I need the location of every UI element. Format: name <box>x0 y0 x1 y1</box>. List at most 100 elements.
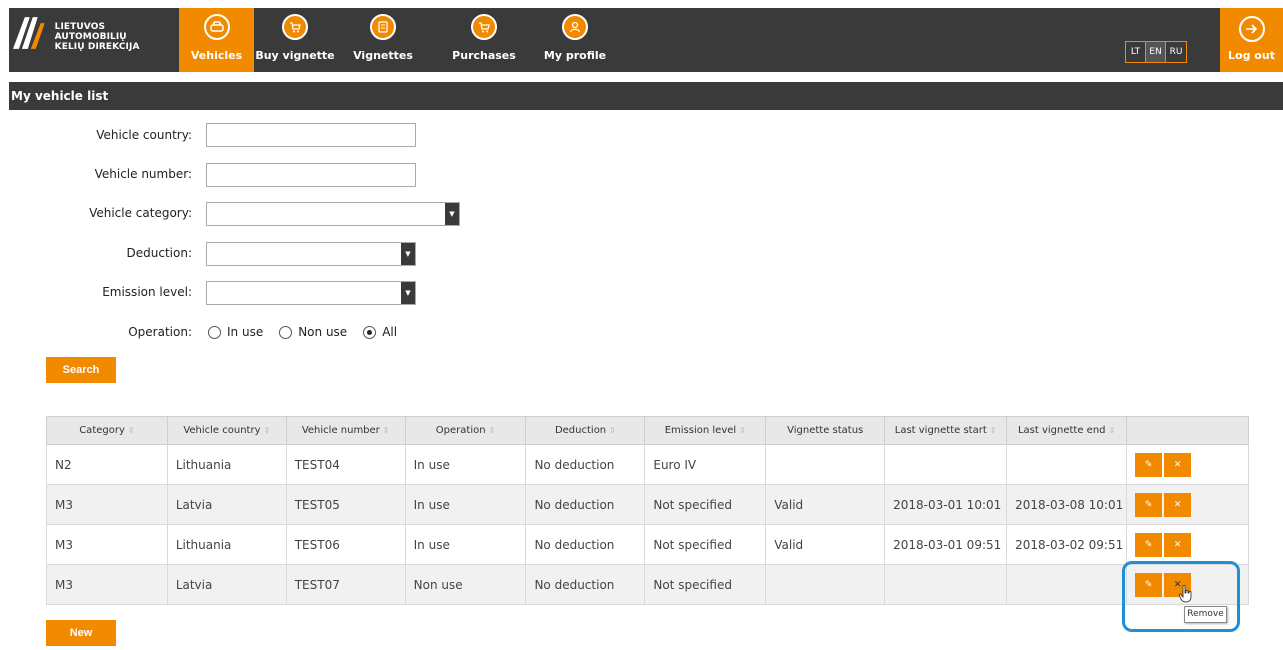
column-header-category[interactable]: Category ⇕ <box>46 416 168 445</box>
remove-button[interactable]: ✕ <box>1164 452 1192 477</box>
column-header-last-vignette-start[interactable]: Last vignette start ⇕ <box>884 416 1008 445</box>
table-row: N2 Lithuania TEST04 In use No deduction … <box>46 444 1249 485</box>
deduction-select[interactable]: ▼ <box>206 242 416 266</box>
new-button[interactable]: New <box>46 620 116 646</box>
cell-last-vignette-end: 2018-03-02 09:51 <box>1006 524 1128 565</box>
column-header-emission-level[interactable]: Emission level ⇕ <box>644 416 767 445</box>
column-header-vehicle-number[interactable]: Vehicle number ⇕ <box>285 416 406 445</box>
logo-line-1: LIETUVOS AUTOMOBILIŲ <box>54 22 127 42</box>
cell-category: M3 <box>46 484 168 525</box>
remove-button[interactable]: ✕ <box>1164 532 1192 557</box>
logout-label: Log out <box>1228 49 1275 62</box>
hand-cursor-icon <box>1179 585 1192 603</box>
emission-level-select[interactable]: ▼ <box>206 281 416 305</box>
vehicle-number-input[interactable] <box>206 163 416 187</box>
lang-en[interactable]: EN <box>1146 42 1166 62</box>
logout-button[interactable]: Log out <box>1220 8 1283 72</box>
radio-all-label: All <box>382 325 398 339</box>
nav-my-profile[interactable]: My profile <box>539 8 611 72</box>
sort-icon: ⇕ <box>739 426 746 435</box>
column-header-last-vignette-end[interactable]: Last vignette end ⇕ <box>1006 416 1128 445</box>
vehicle-country-label: Vehicle country: <box>96 128 192 142</box>
remove-button[interactable]: ✕ <box>1164 492 1192 517</box>
remove-tooltip: Remove <box>1184 606 1227 623</box>
column-header-operation[interactable]: Operation ⇕ <box>404 416 527 445</box>
column-header-deduction[interactable]: Deduction ⇕ <box>525 416 646 445</box>
cell-deduction: No deduction <box>525 564 646 605</box>
vehicle-number-label: Vehicle number: <box>94 167 192 181</box>
deduction-label: Deduction: <box>126 246 192 260</box>
cell-vignette-status <box>765 444 886 485</box>
cell-vehicle-number: TEST06 <box>285 524 406 565</box>
nav-purchases-label: Purchases <box>452 49 516 62</box>
cell-vehicle-country: Lithuania <box>166 444 287 485</box>
cell-operation: In use <box>404 444 527 485</box>
operation-non-use[interactable]: Non use <box>279 325 347 339</box>
radio-non-use-label: Non use <box>298 325 348 339</box>
radio-non-use[interactable] <box>279 325 293 339</box>
column-header-vehicle-country[interactable]: Vehicle country ⇕ <box>166 416 287 445</box>
page-title: My vehicle list <box>9 82 1283 110</box>
sort-icon: ⇕ <box>609 426 616 435</box>
sort-icon: ⇕ <box>263 426 271 435</box>
cell-vehicle-country: Lithuania <box>166 524 287 565</box>
vehicle-category-label: Vehicle category: <box>89 206 192 220</box>
edit-button[interactable]: ✎ <box>1135 532 1163 557</box>
close-icon: ✕ <box>1173 499 1182 510</box>
vignette-icon <box>370 14 396 40</box>
car-icon <box>203 14 230 40</box>
nav-vehicles[interactable]: Vehicles <box>179 8 254 72</box>
edit-button[interactable]: ✎ <box>1135 492 1163 517</box>
sort-icon: ⇕ <box>989 426 997 435</box>
nav-buy-vignette-label: Buy vignette <box>255 49 335 62</box>
cell-category: N2 <box>46 444 168 485</box>
vehicle-country-input[interactable] <box>206 123 416 147</box>
nav-buy-vignette[interactable]: Buy vignette <box>254 8 336 72</box>
chevron-down-icon: ▼ <box>445 203 459 225</box>
cell-deduction: No deduction <box>525 484 646 525</box>
vehicle-category-select[interactable]: ▼ <box>206 202 460 226</box>
logo-line-2: KELIŲ DIREKCIJA <box>54 42 140 52</box>
edit-button[interactable]: ✎ <box>1135 452 1163 477</box>
sort-icon: ⇕ <box>127 426 135 435</box>
cell-last-vignette-end <box>1006 564 1128 605</box>
logo-text: LIETUVOS AUTOMOBILIŲ KELIŲ DIREKCIJA <box>55 22 179 52</box>
cell-actions: ✎ ✕ <box>1126 444 1249 485</box>
nav-purchases[interactable]: Purchases <box>449 8 519 72</box>
cell-emission-level: Not specified <box>644 484 767 525</box>
operation-in-use[interactable]: In use <box>208 325 263 339</box>
cell-last-vignette-end <box>1006 444 1128 485</box>
cell-emission-level: Euro IV <box>644 444 767 485</box>
road-logo-icon <box>13 17 45 49</box>
nav-vehicles-label: Vehicles <box>190 49 243 62</box>
lang-lt[interactable]: LT <box>1126 42 1146 62</box>
purchases-icon <box>471 14 497 40</box>
cart-icon <box>282 14 308 40</box>
nav-vignettes[interactable]: Vignettes <box>347 8 419 72</box>
table-row: M3 Latvia TEST05 In use No deduction Not… <box>46 484 1249 525</box>
nav-vignettes-label: Vignettes <box>353 49 413 62</box>
operation-all[interactable]: All <box>363 325 397 339</box>
cell-actions: ✎ ✕ <box>1126 484 1249 525</box>
table-header-row: Category ⇕ Vehicle country ⇕ Vehicle numbe… <box>46 416 1249 445</box>
cell-vehicle-country: Latvia <box>166 564 287 605</box>
sort-icon: ⇕ <box>382 426 390 435</box>
language-switcher: LT EN RU <box>1125 41 1187 63</box>
search-button[interactable]: Search <box>46 357 116 383</box>
radio-in-use-label: In use <box>227 325 264 339</box>
chevron-down-icon: ▼ <box>401 282 415 304</box>
cell-vehicle-number: TEST07 <box>285 564 406 605</box>
cell-deduction: No deduction <box>525 444 646 485</box>
radio-in-use[interactable] <box>208 325 221 339</box>
cell-vignette-status <box>765 564 886 605</box>
sort-icon: ⇕ <box>488 426 496 435</box>
cell-last-vignette-start: 2018-03-01 10:01 <box>884 484 1008 525</box>
radio-all[interactable] <box>363 325 377 339</box>
close-icon: ✕ <box>1173 539 1182 550</box>
cell-last-vignette-start <box>884 564 1008 605</box>
sort-icon: ⇕ <box>1108 426 1116 435</box>
lang-ru[interactable]: RU <box>1166 42 1186 62</box>
nav-my-profile-label: My profile <box>543 49 607 62</box>
operation-radio-group: In use Non use All <box>208 325 413 339</box>
cell-actions: ✎ ✕ <box>1126 524 1249 565</box>
